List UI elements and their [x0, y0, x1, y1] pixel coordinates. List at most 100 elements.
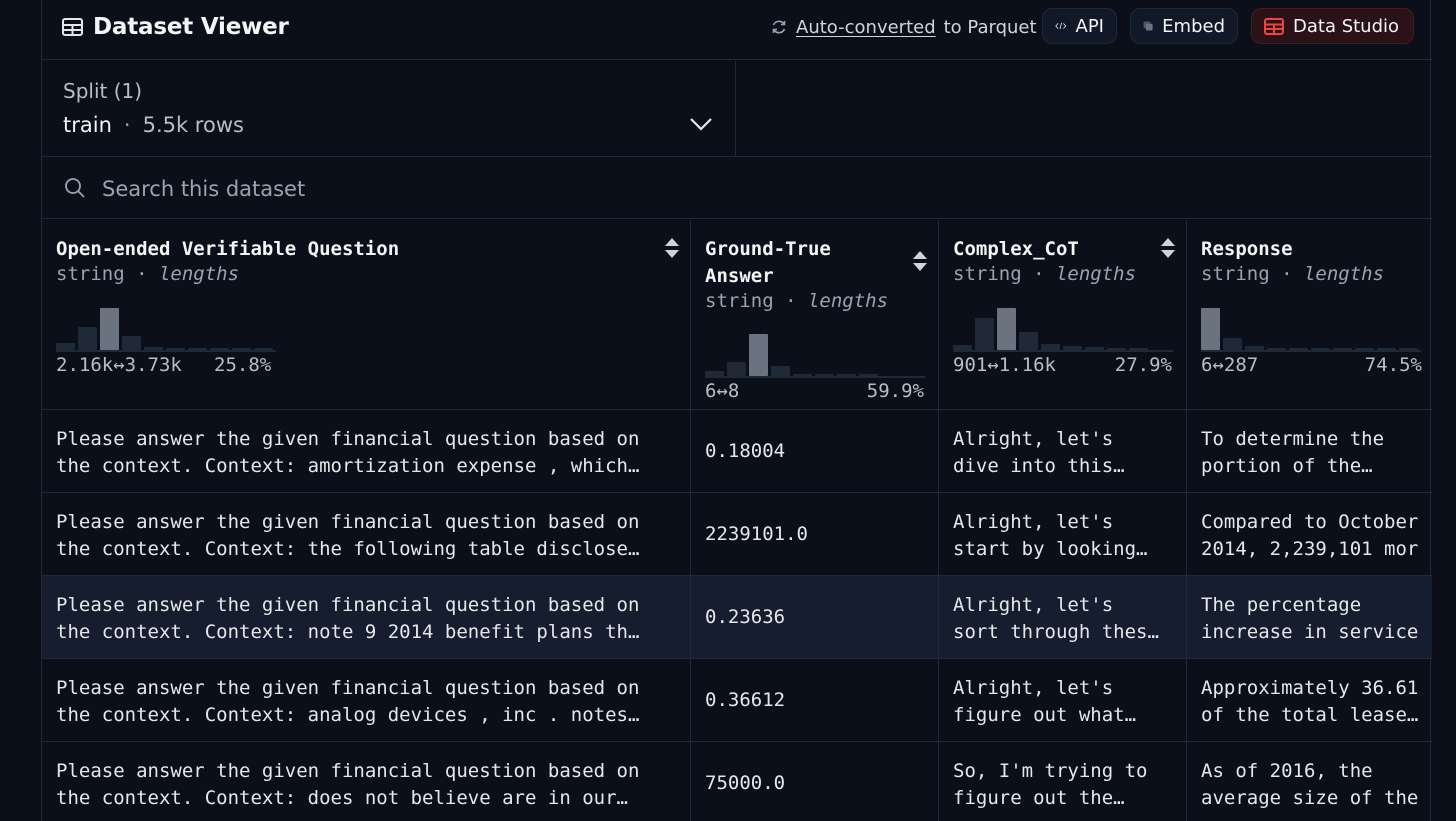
cell-question[interactable]: Please answer the given financial questi…	[42, 742, 691, 821]
cell-response[interactable]: To determine the portion of the…	[1187, 410, 1432, 492]
column-type: string · lengths	[953, 263, 1137, 285]
histogram-baseline	[56, 350, 276, 352]
dataset-viewer-panel: Dataset Viewer Auto-converted to Parquet…	[41, 0, 1432, 821]
cell-line: Please answer the given financial questi…	[56, 511, 640, 533]
cell-line: of the total lease…	[1201, 704, 1418, 726]
cell-line: Alright, let's	[953, 511, 1114, 533]
cell-complex-cot[interactable]: Alright, let's figure out what…	[939, 659, 1187, 741]
length-histogram	[705, 328, 878, 376]
histogram-bar[interactable]	[56, 343, 75, 350]
column-name: Ground-True Answer	[705, 236, 831, 290]
table-row[interactable]: Please answer the given financial questi…	[42, 742, 1432, 821]
auto-converted-link[interactable]: Auto-converted	[796, 17, 936, 38]
cell-answer[interactable]: 2239101.0	[691, 493, 939, 575]
sort-icon[interactable]	[1160, 236, 1176, 260]
histogram-bar[interactable]	[1223, 338, 1242, 350]
cell-question[interactable]: Please answer the given financial questi…	[42, 410, 691, 492]
histogram-bar[interactable]	[727, 362, 746, 376]
column-header-question[interactable]: Open-ended Verifiable Question string · …	[42, 220, 691, 410]
table-row[interactable]: Please answer the given financial questi…	[42, 493, 1432, 576]
column-type-value: string	[1201, 263, 1270, 285]
histogram-bar[interactable]	[771, 366, 790, 376]
column-name-line-1: Ground-True	[705, 238, 831, 260]
search-input[interactable]	[102, 172, 702, 206]
column-header-response[interactable]: Response string · lengths 6↔287 74.5%	[1187, 220, 1432, 410]
data-table: Open-ended Verifiable Question string · …	[42, 220, 1432, 821]
table-row[interactable]: Please answer the given financial questi…	[42, 576, 1432, 659]
embed-button[interactable]: Embed	[1130, 8, 1238, 44]
table-row[interactable]: Please answer the given financial questi…	[42, 410, 1432, 493]
cell-line: So, I'm trying to	[953, 760, 1148, 782]
split-section: Split (1) train · 5.5k rows	[42, 61, 1432, 157]
code-icon	[1055, 22, 1067, 30]
histogram-bar[interactable]	[997, 308, 1016, 350]
cell-line: 2014, 2,239,101 more	[1201, 538, 1418, 560]
column-header-answer[interactable]: Ground-True Answer string · lengths 6↔8 …	[691, 220, 939, 410]
length-histogram	[953, 302, 1148, 350]
column-type-value: string	[953, 263, 1022, 285]
cell-line: Please answer the given financial questi…	[56, 428, 640, 450]
viewer-header: Dataset Viewer Auto-converted to Parquet…	[42, 0, 1432, 60]
cell-line: figure out the…	[953, 787, 1125, 809]
column-stat-type: lengths	[1055, 263, 1137, 285]
parquet-conversion-status: Auto-converted to Parquet	[770, 14, 1037, 40]
sort-icon[interactable]	[664, 236, 680, 260]
cell-line: As of 2016, the	[1201, 760, 1373, 782]
cell-line: the context. Context: amortization expen…	[56, 455, 640, 477]
right-gutter	[1431, 0, 1456, 821]
cell-line: figure out what…	[953, 704, 1137, 726]
api-button[interactable]: API	[1042, 8, 1117, 44]
table-row[interactable]: Please answer the given financial questi…	[42, 659, 1432, 742]
histogram-bar[interactable]	[122, 336, 141, 350]
left-gutter	[0, 0, 41, 821]
cell-line: average size of the	[1201, 787, 1418, 809]
cell-complex-cot[interactable]: Alright, let's start by looking…	[939, 493, 1187, 575]
column-stat-type: lengths	[807, 290, 889, 312]
cell-answer[interactable]: 75000.0	[691, 742, 939, 821]
column-name: Open-ended Verifiable Question	[56, 238, 400, 260]
histogram-percent: 74.5%	[1364, 354, 1422, 376]
cell-line: Alright, let's	[953, 428, 1114, 450]
cell-question[interactable]: Please answer the given financial questi…	[42, 493, 691, 575]
split-value: train · 5.5k rows	[63, 113, 244, 137]
cell-answer[interactable]: 0.36612	[691, 659, 939, 741]
histogram-bar[interactable]	[975, 318, 994, 350]
sort-icon[interactable]	[912, 249, 928, 273]
histogram-range: 6↔8	[705, 380, 740, 402]
split-row-count: 5.5k rows	[142, 113, 244, 137]
histogram-bar[interactable]	[749, 334, 768, 376]
cell-line: sort through thes…	[953, 621, 1159, 643]
cell-response[interactable]: Compared to October 2014, 2,239,101 more	[1187, 493, 1432, 575]
histogram-bar[interactable]	[1201, 308, 1220, 350]
cell-response[interactable]: The percentage increase in service	[1187, 576, 1432, 658]
search-bar	[42, 158, 1432, 219]
conversion-suffix: to Parquet	[943, 16, 1037, 38]
cell-answer[interactable]: 0.23636	[691, 576, 939, 658]
cell-complex-cot[interactable]: So, I'm trying to figure out the…	[939, 742, 1187, 821]
column-header-complex-cot[interactable]: Complex_CoT string · lengths 901↔1.16k 2…	[939, 220, 1187, 410]
split-selector[interactable]: Split (1) train · 5.5k rows	[42, 61, 736, 157]
cell-question[interactable]: Please answer the given financial questi…	[42, 659, 691, 741]
histogram-bar[interactable]	[100, 308, 119, 350]
chevron-down-icon[interactable]	[689, 115, 713, 133]
histogram-baseline	[953, 350, 1173, 352]
cell-complex-cot[interactable]: Alright, let's sort through thes…	[939, 576, 1187, 658]
cell-response[interactable]: Approximately 36.61% of the total lease…	[1187, 659, 1432, 741]
histogram-range: 2.16k↔3.73k	[56, 354, 182, 376]
cell-line: To determine the	[1201, 428, 1385, 450]
histogram-bar[interactable]	[78, 327, 97, 350]
cell-complex-cot[interactable]: Alright, let's dive into this…	[939, 410, 1187, 492]
cell-response[interactable]: As of 2016, the average size of the	[1187, 742, 1432, 821]
cell-line: dive into this…	[953, 455, 1125, 477]
split-name: train	[63, 113, 112, 137]
cell-line: Alright, let's	[953, 594, 1114, 616]
histogram-bar[interactable]	[1019, 332, 1038, 350]
cell-line: increase in service	[1201, 621, 1418, 643]
data-studio-icon	[1264, 17, 1284, 35]
data-studio-button[interactable]: Data Studio	[1251, 8, 1414, 44]
cell-line: The percentage	[1201, 594, 1362, 616]
cell-answer[interactable]: 0.18004	[691, 410, 939, 492]
cell-question[interactable]: Please answer the given financial questi…	[42, 576, 691, 658]
column-name: Response	[1201, 238, 1293, 260]
refresh-icon	[772, 20, 786, 34]
